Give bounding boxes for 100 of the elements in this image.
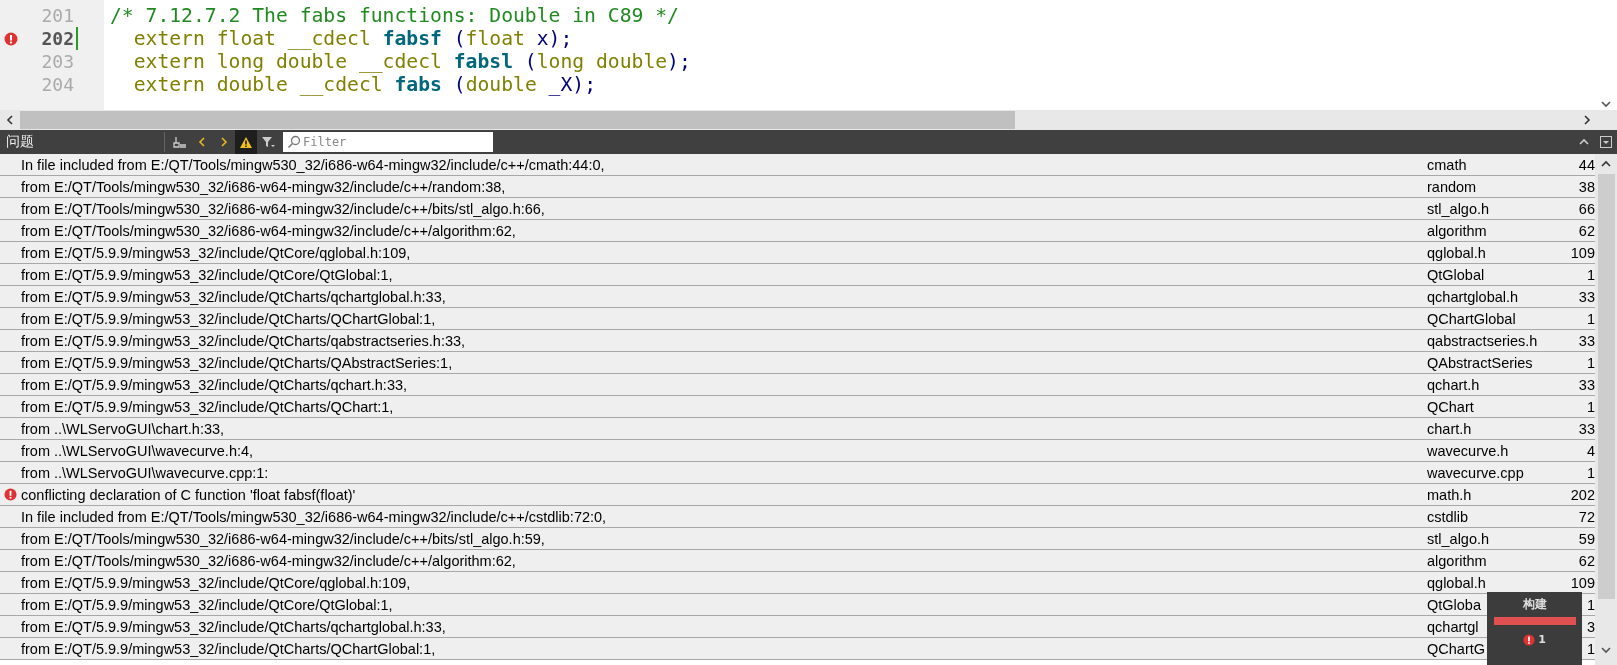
filter-field[interactable]: Filter: [283, 132, 493, 152]
issue-line: 72: [1578, 508, 1595, 525]
issue-message: from ..\WLServoGUI\chart.h:33,: [21, 420, 226, 437]
issue-file: chart.h: [1427, 420, 1472, 437]
issue-row[interactable]: from ..\WLServoGUI\wavecurve.h:4, wavecurve.h 4: [0, 440, 1595, 462]
issue-row[interactable]: from E:/QT/5.9.9/mingw53_32/include/QtCharts/qchart.h:33, qchart.h 33: [0, 374, 1595, 396]
issue-file: stl_algo.h: [1427, 200, 1490, 217]
issue-message: In file included from E:/QT/Tools/mingw530_32/i686-w64-mingw32/include/c++/cstdlib:72:0,: [21, 508, 608, 525]
issue-line: 109: [1570, 244, 1595, 261]
issue-message: from E:/QT/Tools/mingw530_32/i686-w64-mingw32/include/c++/algorithm:62,: [21, 552, 517, 569]
issue-message: from ..\WLServoGUI\wavecurve.cpp:1:: [21, 464, 270, 481]
issue-message: from E:/QT/5.9.9/mingw53_32/include/QtCharts/QChart:1,: [21, 398, 395, 415]
issue-file: QChart: [1427, 398, 1474, 415]
issue-file: wavecurve.cpp: [1427, 464, 1524, 481]
issue-line: 202: [1570, 486, 1595, 503]
scrollbar-thumb[interactable]: [20, 111, 1015, 129]
issue-file: cstdlib: [1427, 508, 1469, 525]
issue-message: from E:/QT/5.9.9/mingw53_32/include/QtCore/qglobal.h:109,: [21, 244, 412, 261]
filter-icon: [261, 135, 275, 149]
broom-icon: [173, 135, 187, 149]
scrollbar-thumb[interactable]: [1597, 174, 1615, 599]
warning-icon: [239, 135, 253, 149]
issue-row[interactable]: from E:/QT/5.9.9/mingw53_32/include/QtCharts/QChartGlobal:1, QChartGlobal 1: [0, 308, 1595, 330]
scroll-left-icon: [4, 114, 16, 126]
issue-message: from E:/QT/Tools/mingw530_32/i686-w64-mingw32/include/c++/bits/stl_algo.h:59,: [21, 530, 546, 547]
issue-row[interactable]: from ..\WLServoGUI\wavecurve.cpp:1: wavecurve.cpp 1: [0, 462, 1595, 484]
issue-line: 59: [1578, 530, 1595, 547]
previous-icon: [196, 136, 208, 148]
issue-row[interactable]: from E:/QT/Tools/mingw530_32/i686-w64-mingw32/include/c++/algorithm:62, algorithm 62: [0, 220, 1595, 242]
issue-message: from E:/QT/5.9.9/mingw53_32/include/QtCharts/QChartGlobal:1,: [21, 640, 437, 657]
issue-line: 33: [1578, 376, 1595, 393]
line-number: 201: [40, 4, 75, 27]
issue-file: qchartgl: [1427, 618, 1479, 635]
line-number: 203: [40, 50, 75, 73]
issue-line: 1: [1586, 596, 1595, 613]
issue-row[interactable]: from E:/QT/5.9.9/mingw53_32/include/QtCharts/QChart:1, QChart 1: [0, 396, 1595, 418]
issue-row[interactable]: from ..\WLServoGUI\chart.h:33, chart.h 33: [0, 418, 1595, 440]
code-line: extern double __cdecl fabs (double _X);: [132, 73, 596, 96]
issue-row[interactable]: from E:/QT/5.9.9/mingw53_32/include/QtCharts/qchartglobal.h:33, qchartglobal.h 33: [0, 286, 1595, 308]
issue-message: from E:/QT/5.9.9/mingw53_32/include/QtCharts/qchartglobal.h:33,: [21, 618, 447, 635]
menu-icon: [1600, 136, 1612, 148]
issue-row[interactable]: from E:/QT/Tools/mingw530_32/i686-w64-mingw32/include/c++/bits/stl_algo.h:59, stl_algo.h 59: [0, 528, 1595, 550]
error-icon: [4, 32, 18, 46]
issue-file: QtGlobal: [1427, 266, 1485, 283]
vertical-scrollbar[interactable]: [1595, 154, 1617, 665]
scroll-down-icon: [1600, 98, 1612, 110]
error-icon: [1523, 633, 1536, 646]
issue-row[interactable]: from E:/QT/5.9.9/mingw53_32/include/QtCore/qglobal.h:109, qglobal.h 109: [0, 572, 1595, 594]
issue-message: from E:/QT/5.9.9/mingw53_32/include/QtCore/QtGlobal:1,: [21, 266, 394, 283]
issue-message: conflicting declaration of C function 'float fabsf(float)': [21, 486, 357, 503]
issue-file: QChartGlobal: [1427, 310, 1516, 327]
issue-file: wavecurve.h: [1427, 442, 1509, 459]
horizontal-scrollbar[interactable]: [0, 110, 1617, 130]
code-line: /* 7.12.7.2 The fabs functions: Double in C89 */: [110, 4, 679, 27]
issue-file: algorithm: [1427, 222, 1487, 239]
issue-message: from ..\WLServoGUI\wavecurve.h:4,: [21, 442, 255, 459]
issue-file: math.h: [1427, 486, 1472, 503]
issue-row[interactable]: from E:/QT/5.9.9/mingw53_32/include/QtCharts/qabstractseries.h:33, qabstractseries.h 33: [0, 330, 1595, 352]
issue-file: qglobal.h: [1427, 574, 1486, 591]
issue-message: from E:/QT/5.9.9/mingw53_32/include/QtCore/QtGlobal:1,: [21, 596, 394, 613]
issue-line: 1: [1586, 464, 1595, 481]
issue-line: 1: [1586, 310, 1595, 327]
issue-file: qabstractseries.h: [1427, 332, 1538, 349]
issue-line: 3: [1586, 618, 1595, 635]
panel-title: 问题: [5, 133, 35, 151]
line-number: 202: [36, 27, 78, 50]
issue-message: from E:/QT/Tools/mingw530_32/i686-w64-mingw32/include/c++/bits/stl_algo.h:66,: [21, 200, 546, 217]
issue-file: QtGloba: [1427, 596, 1481, 613]
issue-file: stl_algo.h: [1427, 530, 1490, 547]
issue-line: 44: [1578, 156, 1595, 173]
code-line: extern long double __cdecl fabsl (long double);: [132, 50, 691, 73]
issue-message: from E:/QT/5.9.9/mingw53_32/include/QtCharts/QChartGlobal:1,: [21, 310, 437, 327]
issue-line: 1: [1586, 354, 1595, 371]
issue-message: In file included from E:/QT/Tools/mingw530_32/i686-w64-mingw32/include/c++/cmath:44:0,: [21, 156, 606, 173]
popup-title: 构建: [1522, 596, 1547, 613]
issue-row[interactable]: conflicting declaration of C function 'float fabsf(float)' math.h 202: [0, 484, 1595, 506]
issue-row[interactable]: from E:/QT/5.9.9/mingw53_32/include/QtCore/QtGlobal:1, QtGlobal 1: [0, 264, 1595, 286]
issue-message: from E:/QT/Tools/mingw530_32/i686-w64-mingw32/include/c++/random:38,: [21, 178, 507, 195]
issue-line: 109: [1570, 574, 1595, 591]
issue-file: QChartG: [1427, 640, 1485, 657]
issue-message: from E:/QT/5.9.9/mingw53_32/include/QtCharts/qchart.h:33,: [21, 376, 409, 393]
issue-line: 4: [1586, 442, 1595, 459]
issue-file: qglobal.h: [1427, 244, 1486, 261]
scroll-right-icon: [1581, 114, 1593, 126]
issue-line: 38: [1578, 178, 1595, 195]
issue-message: from E:/QT/5.9.9/mingw53_32/include/QtCore/qglobal.h:109,: [21, 574, 412, 591]
issue-line: 62: [1578, 552, 1595, 569]
issue-file: QAbstractSeries: [1427, 354, 1533, 371]
search-icon: [287, 135, 301, 149]
issue-row[interactable]: from E:/QT/Tools/mingw530_32/i686-w64-mingw32/include/c++/algorithm:62, algorithm 62: [0, 550, 1595, 572]
issue-row[interactable]: In file included from E:/QT/Tools/mingw530_32/i686-w64-mingw32/include/c++/cmath:44:0, cmath 44: [0, 154, 1595, 176]
issue-row[interactable]: from E:/QT/Tools/mingw530_32/i686-w64-mingw32/include/c++/bits/stl_algo.h:66, stl_algo.h 66: [0, 198, 1595, 220]
issue-row[interactable]: from E:/QT/5.9.9/mingw53_32/include/QtCore/qglobal.h:109, qglobal.h 109: [0, 242, 1595, 264]
issue-row[interactable]: from E:/QT/5.9.9/mingw53_32/include/QtCharts/QAbstractSeries:1, QAbstractSeries 1: [0, 352, 1595, 374]
issue-row[interactable]: from E:/QT/Tools/mingw530_32/i686-w64-mingw32/include/c++/random:38, random 38: [0, 176, 1595, 198]
warning-toggle[interactable]: [235, 130, 257, 154]
issue-line: 33: [1578, 420, 1595, 437]
line-number: 204: [40, 73, 75, 96]
issue-message: from E:/QT/Tools/mingw530_32/i686-w64-mingw32/include/c++/algorithm:62,: [21, 222, 517, 239]
issue-row[interactable]: In file included from E:/QT/Tools/mingw530_32/i686-w64-mingw32/include/c++/cstdlib:72:0, cstdlib 72: [0, 506, 1595, 528]
